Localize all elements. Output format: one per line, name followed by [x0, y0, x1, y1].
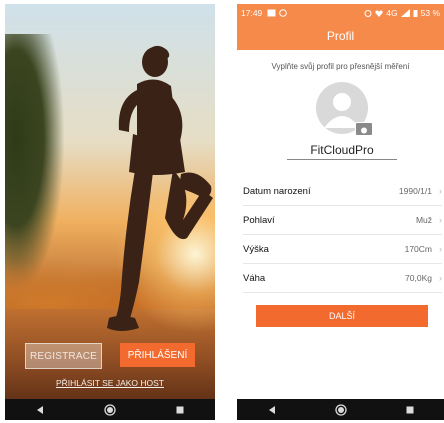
welcome-screen: REGISTRACE PŘIHLÁŠENÍ PŘIHLÁSIT SE JAKO …: [5, 4, 215, 420]
recent-square-icon[interactable]: [400, 402, 420, 418]
battery-percent: 53 %: [420, 8, 440, 18]
alarm-icon: [364, 10, 372, 17]
network-type: 4G: [386, 8, 398, 18]
profile-fields-list: Datum narození 1990/1/1 › Pohlaví Muž › …: [243, 177, 442, 293]
chat-notification-icon: [279, 9, 288, 17]
field-label: Výška: [243, 243, 269, 255]
field-height[interactable]: Výška 170Cm ›: [243, 235, 442, 264]
home-circle-icon[interactable]: [100, 402, 120, 418]
chevron-right-icon: ›: [439, 244, 442, 254]
page-title: Profil: [237, 22, 444, 50]
field-label: Váha: [243, 272, 266, 284]
profile-hint-text: Vyplňte svůj profil pro přesnější měření: [271, 62, 410, 71]
chevron-right-icon: ›: [439, 186, 442, 196]
profile-screen: 17:49 4G 53 % Profil Vyplňte svůj profil…: [237, 4, 444, 420]
camera-icon[interactable]: [355, 122, 373, 136]
login-button[interactable]: PŘIHLÁŠENÍ: [120, 343, 195, 367]
home-circle-icon[interactable]: [331, 402, 351, 418]
guest-login-link[interactable]: PŘIHLÁSIT SE JAKO HOST: [5, 378, 215, 388]
status-time: 17:49: [241, 8, 263, 18]
status-bar: 17:49 4G 53 %: [237, 4, 444, 22]
field-label: Datum narození: [243, 185, 311, 197]
field-birth-date[interactable]: Datum narození 1990/1/1 ›: [243, 177, 442, 206]
field-gender[interactable]: Pohlaví Muž ›: [243, 206, 442, 235]
runner-background-photo: [5, 4, 215, 399]
chevron-right-icon: ›: [439, 215, 442, 225]
image-notification-icon: [267, 9, 276, 17]
runner-silhouette: [107, 45, 213, 331]
back-triangle-icon[interactable]: [262, 402, 282, 418]
chevron-right-icon: ›: [439, 273, 442, 283]
field-value: 70,0Kg: [405, 273, 432, 283]
field-value: Muž: [415, 215, 432, 225]
register-button[interactable]: REGISTRACE: [25, 343, 102, 369]
field-value: 170Cm: [404, 244, 432, 254]
recent-square-icon[interactable]: [170, 402, 190, 418]
android-nav-bar: [5, 399, 215, 420]
field-weight[interactable]: Váha 70,0Kg ›: [243, 264, 442, 293]
next-button[interactable]: DALŠÍ: [256, 305, 428, 327]
heart-icon: [375, 10, 383, 17]
field-value: 1990/1/1: [398, 186, 432, 196]
android-nav-bar: [237, 399, 444, 420]
field-label: Pohlaví: [243, 214, 275, 226]
username-field[interactable]: FitCloudPro: [287, 143, 397, 160]
battery-icon: [413, 10, 418, 17]
signal-icon: [400, 9, 410, 17]
back-triangle-icon[interactable]: [30, 402, 50, 418]
